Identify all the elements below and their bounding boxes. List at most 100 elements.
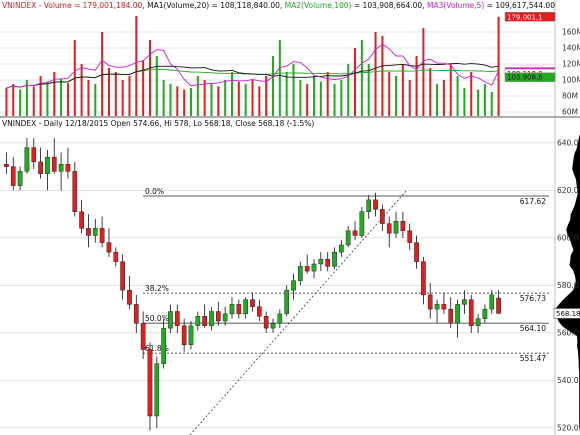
volume-bar xyxy=(217,86,220,116)
candle-body xyxy=(359,211,365,236)
price-tick-label: 520.0 xyxy=(557,423,579,432)
candle-body xyxy=(188,325,194,345)
volume-bar xyxy=(258,86,261,116)
volume-bar xyxy=(60,78,63,116)
candle-body xyxy=(339,244,344,253)
candle-body xyxy=(380,209,385,224)
candle-body xyxy=(373,199,378,210)
volume-bar xyxy=(5,88,8,116)
candle-body xyxy=(455,304,460,324)
volume-bar xyxy=(80,64,83,116)
candle-body xyxy=(202,316,207,326)
candle-body xyxy=(51,156,57,172)
legend-ma2-value: 103,908,664.00 xyxy=(363,1,423,10)
volume-bar xyxy=(285,72,288,116)
volume-bar xyxy=(483,84,486,116)
volume-bar xyxy=(176,86,179,116)
trendline-dashed xyxy=(189,190,407,435)
volume-tick-label: 80M xyxy=(562,92,578,101)
candle-body xyxy=(468,299,474,326)
candle-body xyxy=(209,311,214,326)
volume-bar xyxy=(470,72,473,116)
candle-body xyxy=(304,266,310,272)
candle-body xyxy=(496,297,501,314)
fib-percent-label: 38.2% xyxy=(145,284,169,293)
candle-body xyxy=(4,164,9,167)
candle-body xyxy=(250,299,255,307)
volume-tick-label: 160M xyxy=(562,28,580,37)
volume-bar xyxy=(94,84,97,116)
candle-body xyxy=(147,349,153,417)
volume-bar xyxy=(374,32,377,116)
fib-price-label: 551.47 xyxy=(520,354,546,363)
price-header: VNINDEX - Daily 12/18/2015 Open 574.66, … xyxy=(2,119,314,128)
legend-ma1-name: MA1(Volume,20) xyxy=(147,1,209,10)
volume-bar xyxy=(354,48,357,116)
volume-bar xyxy=(121,80,124,116)
candle-body xyxy=(291,280,296,291)
candle-body xyxy=(229,304,235,315)
candle-body xyxy=(386,223,392,234)
volume-bar xyxy=(299,80,302,116)
volume-bar xyxy=(449,64,452,116)
price-tick-label: 640.0 xyxy=(557,138,579,147)
legend-volume-name: VNINDEX - Volume xyxy=(2,1,72,10)
volume-bar xyxy=(422,28,425,116)
volume-bar xyxy=(367,64,370,116)
candle-body xyxy=(427,294,433,310)
candle-body xyxy=(99,228,105,243)
candle-body xyxy=(345,230,351,246)
price-tick-label: 600.0 xyxy=(557,233,579,242)
volume-tick-label: 100M xyxy=(562,76,580,85)
fib-price-label: 617.62 xyxy=(520,197,546,206)
candle-body xyxy=(475,318,481,326)
candle-body xyxy=(366,199,372,212)
last-price-tag: 568.18 xyxy=(553,308,580,319)
candle-body xyxy=(106,242,112,253)
volume-bar xyxy=(442,80,445,116)
volume-bar xyxy=(477,89,480,116)
candle-body xyxy=(140,323,146,350)
volume-bar xyxy=(429,68,432,116)
price-tick-label: 540.0 xyxy=(557,376,579,385)
volume-bar xyxy=(436,84,439,116)
volume-bar xyxy=(463,88,466,116)
volume-bar xyxy=(313,76,316,116)
price-candles xyxy=(4,138,501,431)
candle-body xyxy=(284,289,289,315)
candle-body xyxy=(318,259,324,265)
volume-bar xyxy=(189,88,192,116)
candle-body xyxy=(482,308,488,319)
volume-bar xyxy=(128,76,131,116)
candle-body xyxy=(277,313,283,324)
candle-body xyxy=(17,171,23,186)
volume-bar xyxy=(203,80,206,116)
volume-bar xyxy=(340,80,343,116)
volume-bar xyxy=(101,32,104,116)
legend-ma1-value: 108,118,840.00 xyxy=(220,1,280,10)
volume-bar xyxy=(388,72,391,116)
legend-ma3-value: 109,617,544.00 xyxy=(495,1,555,10)
fib-price-label: 576.73 xyxy=(520,294,546,303)
volume-tag-text: 179,001,1 xyxy=(507,13,543,21)
candle-body xyxy=(448,308,454,324)
volume-bar xyxy=(148,40,151,116)
volume-bar xyxy=(162,80,165,116)
volume-bar xyxy=(360,40,363,116)
volume-bar xyxy=(224,80,227,116)
volume-bar xyxy=(107,68,110,116)
candle-body xyxy=(421,261,426,296)
price-tick-label: 560.0 xyxy=(557,328,579,337)
fib-percent-label: 0.0% xyxy=(145,187,164,196)
candle-body xyxy=(441,304,447,310)
volume-bar xyxy=(12,84,15,116)
candle-body xyxy=(332,251,337,267)
volume-bar xyxy=(196,76,199,116)
trendline xyxy=(189,190,407,435)
volume-bar xyxy=(169,84,172,116)
candle-body xyxy=(434,304,440,310)
candle-body xyxy=(45,156,50,174)
volume-bar xyxy=(53,72,56,116)
candle-body xyxy=(263,316,269,329)
price-gridlines xyxy=(0,142,555,429)
